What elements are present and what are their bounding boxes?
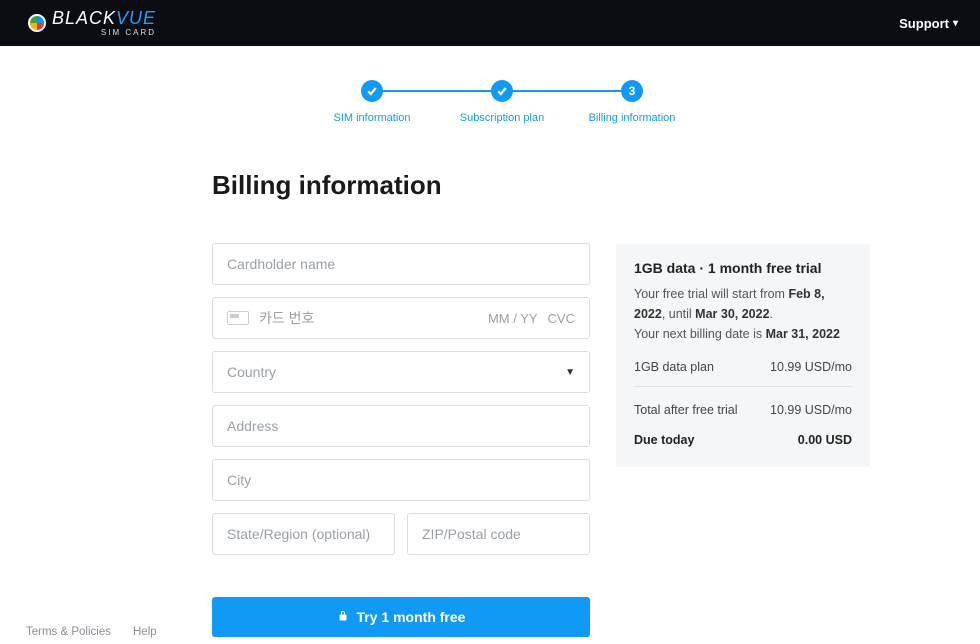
summary-trial-text: Your free trial will start from Feb 8, 2… (634, 284, 852, 324)
country-select-label: Country (227, 364, 276, 380)
step-sim-information[interactable]: SIM information (307, 80, 437, 124)
summary-title: 1GB data · 1 month free trial (634, 260, 852, 276)
brand-name-part1: BLACK (52, 8, 116, 28)
credit-card-icon (227, 311, 249, 325)
cardholder-name-input[interactable] (212, 243, 590, 285)
plan-price: 10.99 USD/mo (770, 360, 852, 374)
brand-name-part2: VUE (116, 8, 156, 28)
chevron-down-icon: ▾ (953, 18, 958, 29)
content: SIM information Subscription plan 3 Bill… (0, 46, 980, 637)
summary-total-line: Total after free trial 10.99 USD/mo (634, 403, 852, 417)
card-number-placeholder: 카드 번호 (259, 308, 478, 328)
caret-down-icon: ▼ (565, 367, 575, 378)
city-input[interactable] (212, 459, 590, 501)
due-label: Due today (634, 433, 694, 447)
card-cvc-placeholder: CVC (548, 311, 575, 326)
terms-link[interactable]: Terms & Policies (26, 626, 111, 638)
card-number-row[interactable]: 카드 번호 MM / YY CVC (212, 297, 590, 339)
brand-subtitle: SIM CARD (101, 29, 156, 37)
total-label: Total after free trial (634, 403, 738, 417)
step-label: Subscription plan (460, 112, 544, 124)
country-select[interactable]: Country ▼ (212, 351, 590, 393)
lock-icon (337, 609, 349, 625)
zip-postal-input[interactable] (407, 513, 590, 555)
support-label: Support (899, 16, 949, 31)
main-area: Billing information 카드 번호 MM / YY CVC Co… (12, 170, 980, 637)
step-billing-information[interactable]: 3 Billing information (567, 80, 697, 124)
state-region-input[interactable] (212, 513, 395, 555)
brand-text: BLACKVUE SIM CARD (52, 9, 156, 37)
try-free-button[interactable]: Try 1 month free (212, 597, 590, 637)
footer: Terms & Policies Help (26, 626, 157, 638)
page-title: Billing information (212, 170, 590, 201)
check-icon (361, 80, 383, 102)
app-header: BLACKVUE SIM CARD Support ▾ (0, 0, 980, 46)
step-connector (512, 90, 622, 92)
order-summary: 1GB data · 1 month free trial Your free … (616, 244, 870, 467)
summary-next-billing-text: Your next billing date is Mar 31, 2022 (634, 324, 852, 344)
divider (634, 386, 852, 387)
plan-label: 1GB data plan (634, 360, 714, 374)
check-icon (491, 80, 513, 102)
total-price: 10.99 USD/mo (770, 403, 852, 417)
brand: BLACKVUE SIM CARD (28, 9, 156, 37)
summary-plan-line: 1GB data plan 10.99 USD/mo (634, 360, 852, 374)
help-link[interactable]: Help (133, 626, 157, 638)
next-billing-date: Mar 31, 2022 (766, 327, 840, 341)
stepper: SIM information Subscription plan 3 Bill… (12, 80, 980, 124)
step-number-icon: 3 (621, 80, 643, 102)
brand-name: BLACKVUE (52, 9, 156, 27)
brand-logo-icon (28, 14, 46, 32)
due-price: 0.00 USD (798, 433, 852, 447)
billing-form: Billing information 카드 번호 MM / YY CVC Co… (212, 170, 590, 637)
step-label: Billing information (589, 112, 676, 124)
step-label: SIM information (333, 112, 410, 124)
support-menu[interactable]: Support ▾ (899, 16, 958, 31)
address-input[interactable] (212, 405, 590, 447)
cta-label: Try 1 month free (357, 609, 466, 625)
card-expiry-placeholder: MM / YY (488, 311, 538, 326)
step-connector (382, 90, 492, 92)
summary-due-line: Due today 0.00 USD (634, 433, 852, 447)
step-subscription-plan[interactable]: Subscription plan (437, 80, 567, 124)
trial-end-date: Mar 30, 2022 (695, 307, 769, 321)
